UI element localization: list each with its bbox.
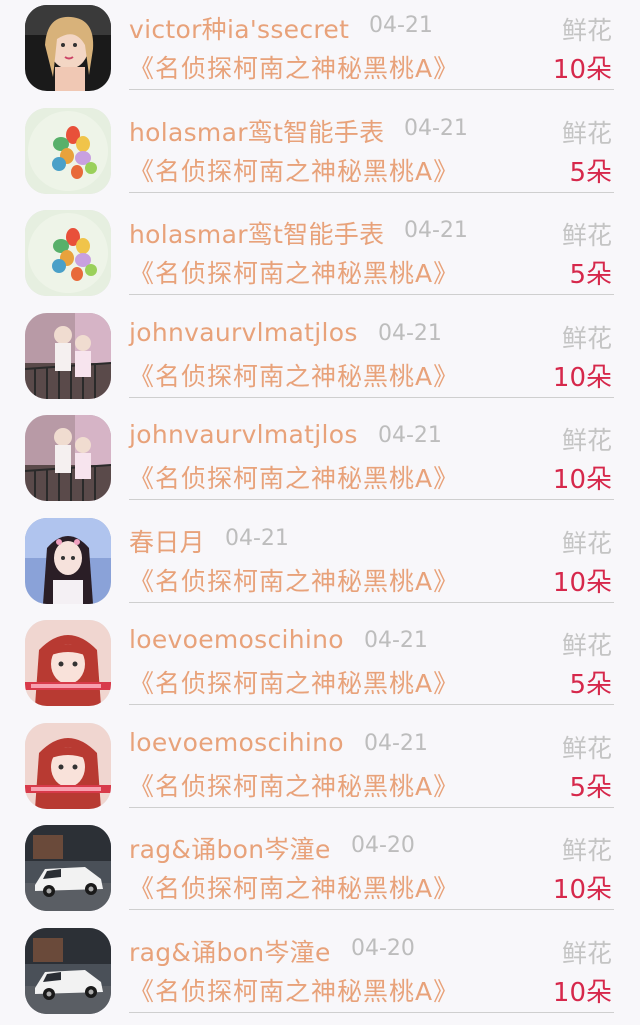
gift-count: 10朵 <box>553 459 612 496</box>
gift-record-row[interactable]: holasmar鸾t智能手表 04-21 《名侦探柯南之神秘黑桃A》 鲜花5朵 <box>0 205 640 308</box>
row-divider <box>129 89 614 90</box>
user-avatar[interactable] <box>25 825 111 911</box>
row-divider <box>129 704 614 705</box>
gift-record-row[interactable]: holasmar鸾t智能手表 04-21 《名侦探柯南之神秘黑桃A》 鲜花5朵 <box>0 103 640 206</box>
book-title[interactable]: 《名侦探柯南之神秘黑桃A》 <box>129 254 459 290</box>
user-name[interactable]: rag&诵bon岑潼e <box>129 830 331 866</box>
gift-type: 鲜花 <box>562 831 612 867</box>
record-date: 04-21 <box>364 731 428 756</box>
row-divider <box>129 499 614 500</box>
user-name[interactable]: 春日月 <box>129 523 205 559</box>
gift-type: 鲜花 <box>562 524 612 560</box>
record-date: 04-21 <box>378 321 442 346</box>
gift-type: 鲜花 <box>562 934 612 970</box>
book-title[interactable]: 《名侦探柯南之神秘黑桃A》 <box>129 664 459 700</box>
gift-record-row[interactable]: 春日月 04-21 《名侦探柯南之神秘黑桃A》 鲜花10朵 <box>0 513 640 616</box>
user-avatar[interactable] <box>25 620 111 706</box>
user-name[interactable]: loevoemoscihino <box>129 625 344 654</box>
user-avatar[interactable] <box>25 313 111 399</box>
gift-type: 鲜花 <box>562 626 612 662</box>
gift-record-row[interactable]: loevoemoscihino 04-21 《名侦探柯南之神秘黑桃A》 鲜花5朵 <box>0 718 640 821</box>
row-divider <box>129 602 614 603</box>
gift-count: 10朵 <box>553 49 612 86</box>
gift-count: 5朵 <box>569 767 612 804</box>
gift-type: 鲜花 <box>562 319 612 355</box>
gift-count: 10朵 <box>553 972 612 1009</box>
book-title[interactable]: 《名侦探柯南之神秘黑桃A》 <box>129 357 459 393</box>
record-date: 04-21 <box>364 628 428 653</box>
gift-type: 鲜花 <box>562 421 612 457</box>
gift-type: 鲜花 <box>562 216 612 252</box>
gift-record-row[interactable]: johnvaurvlmatjlos 04-21 《名侦探柯南之神秘黑桃A》 鲜花10朵 <box>0 410 640 513</box>
gift-record-row[interactable]: loevoemoscihino 04-21 《名侦探柯南之神秘黑桃A》 鲜花5朵 <box>0 615 640 718</box>
user-name[interactable]: rag&诵bon岑潼e <box>129 933 331 969</box>
row-divider <box>129 909 614 910</box>
book-title[interactable]: 《名侦探柯南之神秘黑桃A》 <box>129 459 459 495</box>
gift-type: 鲜花 <box>562 11 612 47</box>
user-name[interactable]: johnvaurvlmatjlos <box>129 420 358 449</box>
row-divider <box>129 192 614 193</box>
gift-count: 10朵 <box>553 869 612 906</box>
record-date: 04-20 <box>351 833 415 858</box>
record-date: 04-21 <box>404 116 468 141</box>
user-avatar[interactable] <box>25 723 111 809</box>
gift-record-row[interactable]: rag&诵bon岑潼e 04-20 《名侦探柯南之神秘黑桃A》 鲜花10朵 <box>0 923 640 1025</box>
gift-count: 5朵 <box>569 254 612 291</box>
book-title[interactable]: 《名侦探柯南之神秘黑桃A》 <box>129 869 459 905</box>
user-name[interactable]: holasmar鸾t智能手表 <box>129 113 384 149</box>
gift-count: 10朵 <box>553 357 612 394</box>
book-title[interactable]: 《名侦探柯南之神秘黑桃A》 <box>129 972 459 1008</box>
user-avatar[interactable] <box>25 518 111 604</box>
row-divider <box>129 294 614 295</box>
row-divider <box>129 807 614 808</box>
gift-record-row[interactable]: rag&诵bon岑潼e 04-20 《名侦探柯南之神秘黑桃A》 鲜花10朵 <box>0 820 640 923</box>
record-date: 04-21 <box>225 526 289 551</box>
gift-count: 10朵 <box>553 562 612 599</box>
user-name[interactable]: holasmar鸾t智能手表 <box>129 215 384 251</box>
record-date: 04-21 <box>369 13 433 38</box>
record-date: 04-21 <box>378 423 442 448</box>
gift-count: 5朵 <box>569 152 612 189</box>
gift-record-row[interactable]: victor种ia'ssecret 04-21 《名侦探柯南之神秘黑桃A》 鲜花10朵 <box>0 0 640 103</box>
user-avatar[interactable] <box>25 210 111 296</box>
user-avatar[interactable] <box>25 415 111 501</box>
gift-type: 鲜花 <box>562 729 612 765</box>
user-name[interactable]: loevoemoscihino <box>129 728 344 757</box>
user-avatar[interactable] <box>25 928 111 1014</box>
book-title[interactable]: 《名侦探柯南之神秘黑桃A》 <box>129 767 459 803</box>
user-avatar[interactable] <box>25 108 111 194</box>
gift-record-list: victor种ia'ssecret04-21《名侦探柯南之神秘黑桃A》鲜花10朵… <box>0 0 640 1025</box>
record-date: 04-21 <box>404 218 468 243</box>
gift-type: 鲜花 <box>562 114 612 150</box>
book-title[interactable]: 《名侦探柯南之神秘黑桃A》 <box>129 562 459 598</box>
user-name[interactable]: johnvaurvlmatjlos <box>129 318 358 347</box>
gift-record-row[interactable]: johnvaurvlmatjlos 04-21 《名侦探柯南之神秘黑桃A》 鲜花10朵 <box>0 308 640 411</box>
user-name[interactable]: victor种ia'ssecret <box>129 10 349 46</box>
book-title[interactable]: 《名侦探柯南之神秘黑桃A》 <box>129 152 459 188</box>
row-divider <box>129 1012 614 1013</box>
book-title[interactable]: 《名侦探柯南之神秘黑桃A》 <box>129 49 459 85</box>
gift-count: 5朵 <box>569 664 612 701</box>
user-avatar[interactable] <box>25 5 111 91</box>
row-divider <box>129 397 614 398</box>
record-date: 04-20 <box>351 936 415 961</box>
